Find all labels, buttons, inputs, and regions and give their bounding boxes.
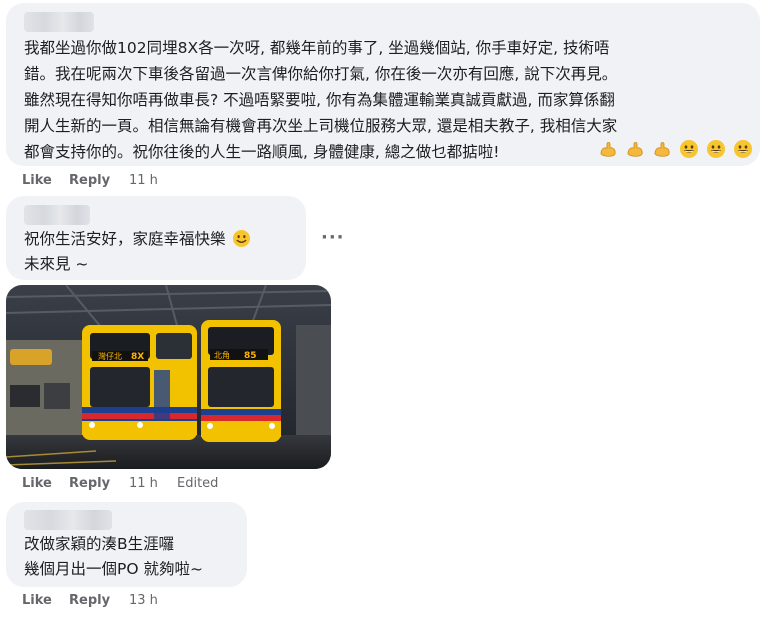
comment-bubble-2: 祝你生活安好，家庭幸福快樂 未來見 ~ <box>6 196 306 280</box>
comment-timestamp[interactable]: 13 h <box>129 592 158 610</box>
bus-right-route-sign: 85 <box>244 351 257 361</box>
comment-bubble-1: 我都坐過你做102同埋8X各一次呀, 都幾年前的事了, 坐過幾個站, 你手車好定… <box>6 3 760 166</box>
comment-timestamp[interactable]: 11 h <box>129 172 158 190</box>
emoji-row <box>596 139 753 163</box>
comment-text-line2: 未來見 ~ <box>24 255 89 273</box>
grinning-face-icon <box>734 140 753 158</box>
like-button[interactable]: Like <box>22 592 52 610</box>
reply-button[interactable]: Reply <box>69 172 110 190</box>
bus-8x: 灣仔北 8X <box>82 325 197 440</box>
comment-text-line2: 幾個月出一個PO 就夠啦~ <box>24 560 203 578</box>
reply-button[interactable]: Reply <box>69 592 110 610</box>
reply-button[interactable]: Reply <box>69 475 110 493</box>
comment-actions: Like Reply 11 h <box>22 172 322 190</box>
grinning-face-icon <box>707 140 726 158</box>
comment-text-line1: 祝你生活安好，家庭幸福快樂 <box>24 230 226 248</box>
commenter-name-redacted[interactable] <box>24 205 90 225</box>
comment-text: 祝你生活安好，家庭幸福快樂 <box>24 226 304 252</box>
more-options-icon[interactable]: ··· <box>321 227 345 248</box>
smiling-face-icon <box>233 229 251 248</box>
flexed-biceps-icon <box>600 142 616 157</box>
bus-left-route-sign: 8X <box>131 352 144 362</box>
commenter-name-redacted[interactable] <box>24 12 94 32</box>
grinning-face-icon <box>680 140 699 158</box>
bus-depot-photo: 灣仔北 8X 北角 85 <box>6 285 331 469</box>
comment-actions: Like Reply 13 h <box>22 592 322 610</box>
bus-right-dest-sign: 北角 <box>214 350 230 360</box>
comment-timestamp[interactable]: 11 h <box>129 475 158 493</box>
flexed-biceps-icon <box>627 142 643 157</box>
comment-actions: Like Reply 11 h Edited <box>22 475 322 493</box>
bus-85: 北角 85 <box>201 320 281 442</box>
like-button[interactable]: Like <box>22 475 52 493</box>
comment-bubble-3: 改做家穎的湊B生涯囉 幾個月出一個PO 就夠啦~ <box>6 502 247 587</box>
comment-text: 改做家穎的湊B生涯囉 <box>24 535 175 553</box>
bus-left-dest-sign: 灣仔北 <box>98 351 122 361</box>
like-button[interactable]: Like <box>22 172 52 190</box>
comment-photo-buses[interactable]: 灣仔北 8X 北角 85 <box>6 285 331 469</box>
commenter-name-redacted[interactable] <box>24 510 112 530</box>
edited-label: Edited <box>177 476 219 491</box>
flexed-biceps-icon <box>654 142 670 157</box>
